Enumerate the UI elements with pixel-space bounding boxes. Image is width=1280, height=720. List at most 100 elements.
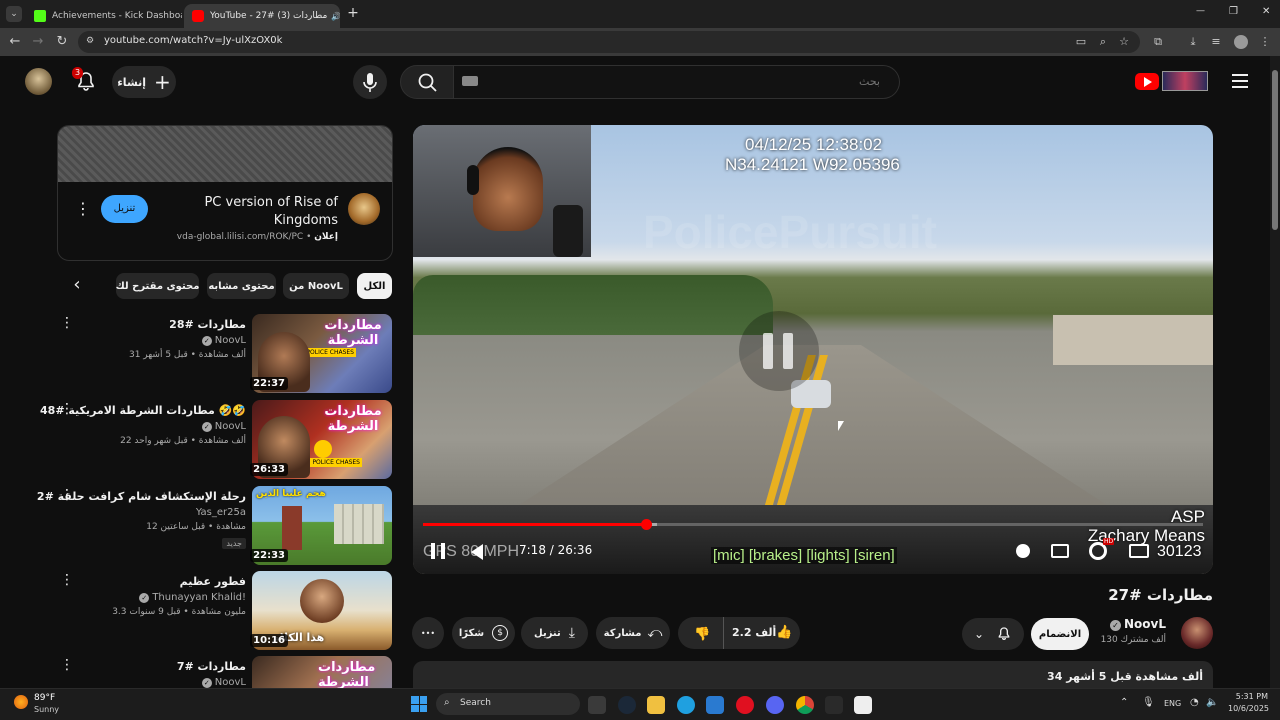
video-title[interactable]: مطاردات #7	[177, 660, 246, 673]
like-button[interactable]: 2.2 ألف 👍	[724, 617, 800, 649]
dislike-button[interactable]: 👎	[678, 617, 724, 649]
chip-related[interactable]: محتوى مشابه	[207, 273, 276, 299]
taskbar-search-box[interactable]	[436, 693, 580, 715]
search-button[interactable]	[400, 65, 454, 99]
microphone-boom	[553, 205, 583, 257]
profile-avatar[interactable]	[1234, 35, 1248, 49]
chip-all[interactable]: الكل	[357, 273, 392, 299]
file-explorer-icon[interactable]	[647, 696, 665, 714]
related-video-1[interactable]: مطاردات الشرطة POLICE CHASES 22:37 مطارد…	[56, 314, 392, 394]
keyboard-icon[interactable]	[462, 76, 478, 86]
bookmark-star-icon[interactable]: ☆	[1117, 35, 1131, 49]
subscribe-bell-button[interactable]: ⌄	[962, 618, 1024, 650]
android-app-icon[interactable]	[825, 696, 843, 714]
progress-scrubber[interactable]	[641, 519, 653, 530]
subscriber-count: 130 ألف مشترك	[1100, 635, 1166, 645]
store-icon[interactable]	[706, 696, 724, 714]
site-info-icon[interactable]: ⚙	[86, 36, 98, 48]
cast-icon[interactable]: ▭	[1074, 35, 1088, 49]
related-video-4[interactable]: هذا الكلام 10:16 فطور عظيم ✓ Thunayyan Kh…	[56, 571, 392, 651]
pause-overlay-icon[interactable]	[739, 311, 819, 391]
subtitles-icon[interactable]	[1051, 544, 1069, 558]
ad-cta-button[interactable]: تنزيل	[101, 195, 148, 223]
video-more-icon[interactable]: ⋮	[60, 402, 74, 416]
autoplay-toggle[interactable]	[1011, 543, 1035, 559]
theater-mode-icon[interactable]	[1129, 544, 1149, 558]
hamburger-middle-line	[1232, 80, 1248, 82]
chrome-icon[interactable]	[796, 696, 814, 714]
weather-icon[interactable]	[14, 695, 28, 709]
youtube-logo[interactable]	[1135, 71, 1211, 93]
video-player[interactable]: PolicePursuit 04/12/25 12:38:02 N34.2412…	[413, 125, 1213, 574]
forward-arrow-icon[interactable]: →	[30, 34, 46, 50]
video-title[interactable]: فطور عظيم	[180, 575, 246, 588]
tray-chevron-icon[interactable]: ⌃	[1120, 697, 1128, 708]
clock-date[interactable]: 10/6/2025	[1228, 704, 1269, 713]
ad-meta: vda-global.lilisi.com/ROK/PC • إعلان	[177, 232, 338, 242]
chip-from-noovl[interactable]: من NoovL	[283, 273, 349, 299]
restore-button[interactable]: ❐	[1229, 6, 1238, 17]
page-scrollbar-thumb[interactable]	[1272, 70, 1278, 230]
new-tab-button[interactable]: +	[346, 5, 360, 21]
related-video-2[interactable]: مطاردات الشرطة POLICE CHASES 26:33 مطارد…	[40, 400, 392, 480]
notifications-button[interactable]: 3	[72, 67, 98, 94]
share-button[interactable]: مشاركة ⤺	[596, 617, 670, 649]
volume-icon[interactable]	[471, 544, 483, 560]
channel-avatar[interactable]	[1181, 617, 1213, 649]
channel-name[interactable]: ✓ Thunayyan Khalid!	[139, 592, 246, 603]
reload-icon[interactable]: ↻	[54, 34, 70, 50]
new-badge: جديد	[222, 538, 246, 549]
close-window-button[interactable]: ✕	[1262, 6, 1270, 17]
video-more-icon[interactable]: ⋮	[60, 316, 74, 330]
language-indicator[interactable]: ENG	[1164, 699, 1181, 708]
create-button[interactable]: إنشاء +	[112, 66, 176, 98]
clock-time[interactable]: 5:31 PM	[1232, 692, 1268, 701]
chip-suggested[interactable]: محتوى مقترح لك	[116, 273, 199, 299]
tab-kick-dashboard[interactable]: Achievements - Kick Dashboard ✕	[26, 4, 182, 28]
task-view-icon[interactable]	[588, 696, 606, 714]
account-avatar[interactable]	[25, 68, 52, 95]
download-button[interactable]: تنزيل ⤓	[521, 617, 588, 649]
minimize-button[interactable]: —	[1196, 6, 1205, 16]
epic-games-icon[interactable]	[854, 696, 872, 714]
zoom-icon[interactable]: ⌕	[1096, 35, 1110, 49]
media-controls-icon[interactable]: ≡	[1209, 35, 1223, 49]
pause-bar-left	[763, 333, 773, 369]
thanks-button[interactable]: شكرًا $	[452, 617, 515, 649]
search-input[interactable]	[490, 70, 890, 92]
channel-name[interactable]: ✓ NoovL	[201, 677, 246, 688]
video-more-icon[interactable]: ⋮	[60, 573, 74, 587]
hamburger-icon[interactable]	[1232, 74, 1248, 88]
voice-search-button[interactable]	[353, 65, 387, 99]
more-actions-button[interactable]: •••	[412, 617, 444, 649]
tab-search-button[interactable]: ⌄	[6, 6, 22, 22]
back-arrow-icon[interactable]: ←	[7, 34, 23, 50]
video-more-icon[interactable]: ⋮	[60, 658, 74, 672]
related-video-3[interactable]: هجم علينا الذين 22:33 رحلة الإستكشاف شام…	[37, 486, 392, 566]
related-video-5[interactable]: مطاردات الشرطة مطاردات #7 ✓ NoovL ⋮	[56, 656, 392, 688]
channel-name[interactable]: Yas_er25a	[196, 507, 246, 518]
channel-name[interactable]: ✓ NoovL	[201, 421, 246, 432]
opera-icon[interactable]	[736, 696, 754, 714]
video-more-icon[interactable]: ⋮	[60, 488, 74, 502]
discord-icon[interactable]	[766, 696, 784, 714]
chips-prev-icon[interactable]: ‹	[66, 274, 88, 296]
edge-icon[interactable]	[677, 696, 695, 714]
download-arrow-icon: ⤓	[568, 625, 575, 641]
ad-more-icon[interactable]: ⋮	[75, 199, 91, 219]
video-thumbnail[interactable]: مطاردات الشرطة	[252, 656, 392, 688]
join-button[interactable]: الانضمام	[1031, 618, 1089, 650]
channel-name[interactable]: ✓ NoovL	[1110, 617, 1166, 631]
progress-bar-track[interactable]	[423, 519, 1203, 530]
extensions-icon[interactable]: ⧉	[1151, 35, 1165, 49]
windows-start-icon[interactable]	[411, 696, 427, 712]
download-icon[interactable]: ⤓	[1186, 35, 1200, 49]
wifi-icon[interactable]: ◔	[1190, 697, 1199, 708]
tray-mic-icon[interactable]: 🎙	[1142, 697, 1155, 708]
steam-icon[interactable]	[618, 696, 636, 714]
tab-youtube[interactable]: YouTube - 27# مطاردات (3) 🔊 ✕	[184, 4, 340, 28]
browser-menu-icon[interactable]: ⋮	[1258, 35, 1272, 49]
volume-tray-icon[interactable]: 🔈	[1206, 697, 1218, 708]
video-title[interactable]: مطاردات #28	[169, 318, 246, 331]
channel-name[interactable]: ✓ NoovL	[201, 335, 246, 346]
